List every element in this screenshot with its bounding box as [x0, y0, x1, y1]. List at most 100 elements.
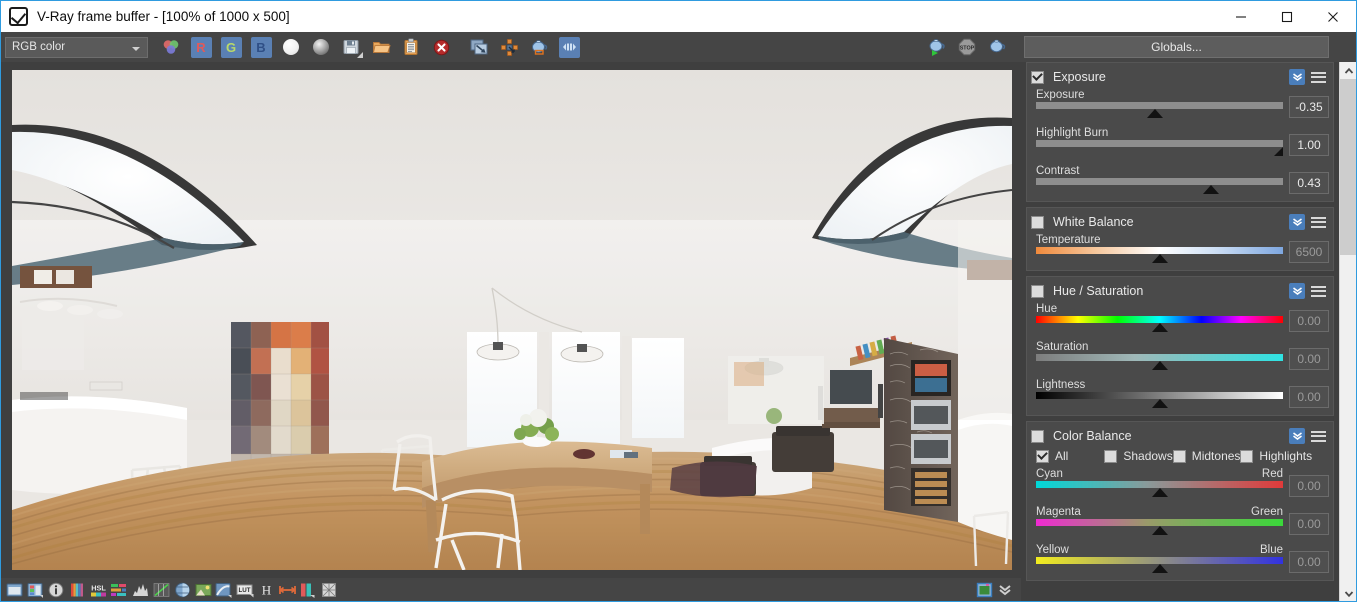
- slider-value-yellow-blue[interactable]: 0.00: [1289, 551, 1329, 573]
- background-icon[interactable]: [319, 580, 339, 600]
- slider-track-exposure[interactable]: [1036, 102, 1283, 118]
- curve-icon[interactable]: [151, 580, 171, 600]
- globals-button[interactable]: Globals...: [1024, 36, 1329, 58]
- slider-handle-temperature[interactable]: [1151, 254, 1168, 263]
- slider-handle-contrast[interactable]: [1203, 185, 1220, 194]
- color-corrections-icon[interactable]: [67, 580, 87, 600]
- duplicate-window-icon[interactable]: [464, 32, 494, 62]
- hsl-icon[interactable]: HSL: [88, 580, 108, 600]
- mode-highlights[interactable]: Highlights: [1240, 449, 1312, 463]
- green-channel-button[interactable]: G: [216, 32, 246, 62]
- render-history-icon[interactable]: [25, 580, 45, 600]
- slider-label-green: Green: [1251, 506, 1283, 518]
- alpha-white-sphere-icon[interactable]: [276, 32, 306, 62]
- chevron-double-down-icon[interactable]: [1289, 428, 1305, 444]
- mode-shadows-checkbox[interactable]: [1104, 449, 1118, 463]
- slider-handle-highlight-burn[interactable]: [1274, 147, 1283, 156]
- pixel-info-icon[interactable]: [46, 580, 66, 600]
- clear-image-icon[interactable]: [426, 32, 456, 62]
- color-balance-icon[interactable]: [109, 580, 129, 600]
- exposure-enable-checkbox[interactable]: [1031, 70, 1044, 84]
- slider-value-lightness[interactable]: 0.00: [1289, 386, 1329, 408]
- rendered-image[interactable]: [12, 70, 1012, 570]
- hamburger-menu-icon[interactable]: [1311, 216, 1326, 228]
- display-colors-icon[interactable]: [974, 580, 994, 600]
- color-picker-icon[interactable]: [156, 32, 186, 62]
- clipboard-icon[interactable]: [396, 32, 426, 62]
- slider-value-exposure[interactable]: -0.35: [1289, 96, 1329, 118]
- chevron-double-down-icon[interactable]: [1289, 69, 1305, 85]
- color-balance-enable-checkbox[interactable]: [1031, 429, 1044, 443]
- hue-saturation-icon[interactable]: [214, 580, 234, 600]
- mode-shadows-label: Shadows: [1123, 449, 1173, 463]
- slider-handle-exposure[interactable]: [1146, 109, 1163, 118]
- chevron-double-down-icon[interactable]: [1289, 214, 1305, 230]
- scrollbar-thumb[interactable]: [1340, 79, 1356, 255]
- mode-midtones-checkbox[interactable]: [1172, 449, 1186, 463]
- alpha-grey-sphere-icon[interactable]: [306, 32, 336, 62]
- panel-scrollbar[interactable]: [1339, 62, 1356, 601]
- slider-handle-saturation[interactable]: [1151, 361, 1168, 370]
- slider-value-cyan-red[interactable]: 0.00: [1289, 475, 1329, 497]
- hamburger-menu-icon[interactable]: [1311, 430, 1326, 442]
- save-image-icon[interactable]: [336, 32, 366, 62]
- slider-track-yellow-blue[interactable]: [1036, 557, 1283, 573]
- close-icon[interactable]: [1310, 1, 1356, 32]
- group-exposure: Exposure Exposure -0.35 Highlight Burn 1…: [1026, 62, 1334, 202]
- slider-track-temperature[interactable]: [1036, 247, 1283, 263]
- channel-select-dropdown[interactable]: RGB color: [5, 36, 148, 58]
- group-white-balance: White Balance Temperature 6500: [1026, 207, 1334, 271]
- stop-render-icon[interactable]: STOP: [952, 32, 982, 62]
- mode-shadows[interactable]: Shadows: [1104, 449, 1173, 463]
- slider-handle-cyan-red[interactable]: [1151, 488, 1168, 497]
- slider-track-lightness[interactable]: [1036, 392, 1283, 408]
- render-button-icon[interactable]: [922, 32, 952, 62]
- slider-track-highlight-burn[interactable]: [1036, 140, 1283, 156]
- red-channel-button[interactable]: R: [186, 32, 216, 62]
- slider-value-contrast[interactable]: 0.43: [1289, 172, 1329, 194]
- mode-all[interactable]: All: [1036, 449, 1068, 463]
- chevron-double-down-icon[interactable]: [1289, 283, 1305, 299]
- icc-icon[interactable]: [298, 580, 318, 600]
- mode-all-checkbox[interactable]: [1036, 449, 1049, 463]
- slider-track-magenta-green[interactable]: [1036, 519, 1283, 535]
- chevron-down-icon[interactable]: [1340, 585, 1356, 601]
- white-balance-icon[interactable]: [172, 580, 192, 600]
- minimize-icon[interactable]: [1218, 1, 1264, 32]
- slider-handle-magenta-green[interactable]: [1151, 526, 1168, 535]
- slider-handle-yellow-blue[interactable]: [1151, 564, 1168, 573]
- slider-track-contrast[interactable]: [1036, 178, 1283, 194]
- slider-value-magenta-green[interactable]: 0.00: [1289, 513, 1329, 535]
- expand-panel-icon[interactable]: [995, 580, 1015, 600]
- render-last-icon[interactable]: [524, 32, 554, 62]
- show-vfb-icon[interactable]: [4, 580, 24, 600]
- ocio-icon[interactable]: H: [256, 580, 276, 600]
- open-image-icon[interactable]: [366, 32, 396, 62]
- slider-track-saturation[interactable]: [1036, 354, 1283, 370]
- levels-icon[interactable]: [130, 580, 150, 600]
- exposure-icon[interactable]: [193, 580, 213, 600]
- slider-handle-hue[interactable]: [1151, 323, 1168, 332]
- slider-track-cyan-red[interactable]: [1036, 481, 1283, 497]
- chevron-up-icon[interactable]: [1340, 62, 1356, 79]
- slider-track-hue[interactable]: [1036, 316, 1283, 332]
- slider-value-temperature[interactable]: 6500: [1289, 241, 1329, 263]
- mode-highlights-checkbox[interactable]: [1240, 449, 1254, 463]
- stereo-icon[interactable]: [554, 32, 584, 62]
- hamburger-menu-icon[interactable]: [1311, 71, 1326, 83]
- blue-channel-button[interactable]: B: [246, 32, 276, 62]
- track-mouse-icon[interactable]: [494, 32, 524, 62]
- hue-saturation-enable-checkbox[interactable]: [1031, 284, 1044, 298]
- maximize-icon[interactable]: [1264, 1, 1310, 32]
- lut-icon[interactable]: LUT: [235, 580, 255, 600]
- slider-value-saturation[interactable]: 0.00: [1289, 348, 1329, 370]
- slider-value-highlight-burn[interactable]: 1.00: [1289, 134, 1329, 156]
- mode-midtones[interactable]: Midtones: [1172, 449, 1240, 463]
- slider-value-hue[interactable]: 0.00: [1289, 310, 1329, 332]
- slider-label-cyan: Cyan: [1036, 468, 1063, 480]
- render-region-icon[interactable]: [982, 32, 1012, 62]
- slider-handle-lightness[interactable]: [1151, 399, 1168, 408]
- white-balance-enable-checkbox[interactable]: [1031, 215, 1044, 229]
- force-color-clamp-icon[interactable]: [277, 580, 297, 600]
- hamburger-menu-icon[interactable]: [1311, 285, 1326, 297]
